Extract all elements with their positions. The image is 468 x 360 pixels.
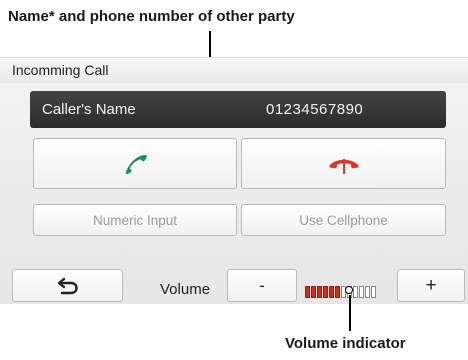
reject-button[interactable]: [241, 138, 446, 189]
volume-segment: [359, 286, 364, 298]
volume-segment: [317, 286, 322, 298]
title-bar: Incomming Call: [0, 58, 468, 83]
volume-label: Volume: [160, 281, 211, 298]
volume-segment: [353, 286, 358, 298]
volume-segment: [335, 286, 340, 298]
phone-hangup-icon: [328, 158, 359, 174]
back-button[interactable]: [12, 269, 123, 302]
phone-answer-icon: [125, 154, 147, 174]
volume-segment: [311, 286, 316, 298]
incoming-call-screen: Incomming Call Caller's Name 01234567890…: [0, 57, 468, 304]
window-title: Incomming Call: [12, 62, 109, 78]
caller-name: Caller's Name: [42, 101, 136, 118]
volume-segment: [323, 286, 328, 298]
back-arrow-icon: [57, 277, 78, 294]
callout-dot: [345, 286, 353, 294]
numeric-input-button[interactable]: Numeric Input: [33, 204, 237, 236]
callout-caller-info: Name* and phone number of other party: [8, 8, 295, 25]
caller-info-bar: Caller's Name 01234567890: [30, 91, 446, 128]
volume-segment: [329, 286, 334, 298]
volume-segment: [365, 286, 370, 298]
caller-number: 01234567890: [266, 101, 364, 118]
callout-volume-indicator: Volume indicator: [285, 335, 406, 352]
volume-segment: [305, 286, 310, 298]
answer-button[interactable]: [33, 138, 237, 189]
callout-leader-line: [349, 295, 351, 331]
volume-meter: [305, 286, 376, 298]
use-cellphone-button[interactable]: Use Cellphone: [241, 204, 446, 236]
volume-up-button[interactable]: +: [397, 269, 465, 302]
volume-segment: [371, 286, 376, 298]
volume-down-button[interactable]: -: [227, 269, 297, 302]
